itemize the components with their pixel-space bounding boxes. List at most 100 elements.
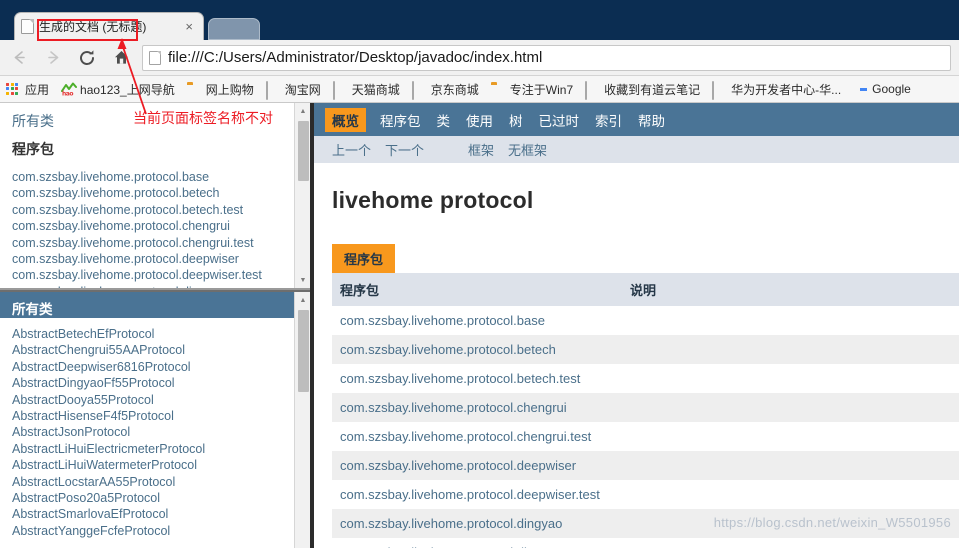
nav-use[interactable]: 使用 [466,110,493,130]
nav-package[interactable]: 程序包 [380,110,421,130]
browser-toolbar: file:///C:/Users/Administrator/Desktop/j… [0,40,959,76]
bookmark-label: 应用 [25,82,50,97]
package-link[interactable]: com.szsbay.livehome.protocol.deepwiser [332,451,622,480]
class-frame-scrollbar[interactable]: ▲ [294,292,310,548]
page-info-icon [149,50,161,65]
annotation-text: 当前页面标签名称不对 [133,111,273,127]
list-item[interactable]: AbstractDooya55Protocol [12,392,298,408]
package-frame-scrollbar[interactable]: ▲ ▼ [294,103,310,288]
column-header-package: 程序包 [332,273,622,306]
table-row[interactable]: com.szsbay.livehome.protocol.deepwiser.t… [332,480,959,509]
bookmark-taobao[interactable]: 淘宝网 [260,78,327,100]
forward-icon[interactable] [38,43,68,73]
table-row[interactable]: com.szsbay.livehome.protocol.betech [332,335,959,364]
class-list: AbstractBetechEfProtocol AbstractChengru… [0,318,310,539]
bookmark-label: 网上购物 [205,82,254,97]
list-item[interactable]: com.szsbay.livehome.protocol.deepwiser.t… [12,267,298,283]
subnav-noframes[interactable]: 无框架 [508,140,547,159]
document-icon [265,81,280,100]
scroll-up-icon[interactable]: ▲ [295,292,310,308]
list-item[interactable]: AbstractSmarlovaEfProtocol [12,506,298,522]
subnav-frames[interactable]: 框架 [468,140,494,159]
document-icon [21,19,34,34]
list-item[interactable]: com.szsbay.livehome.protocol.betech.test [12,202,298,218]
list-item[interactable]: AbstractDingyaoFf55Protocol [12,375,298,391]
bookmark-label: hao123_上网导航 [80,82,175,97]
summary-caption-tab[interactable]: 程序包 [332,244,396,273]
table-row[interactable]: com.szsbay.livehome.protocol.dingyao.tes… [332,538,959,548]
nav-tree[interactable]: 树 [509,110,523,130]
new-tab-button[interactable] [208,18,260,40]
list-item[interactable]: AbstractYanggeFcfeProtocol [12,523,298,539]
nav-index[interactable]: 索引 [595,110,622,130]
package-link[interactable]: com.szsbay.livehome.protocol.betech [332,335,622,364]
scrollbar-thumb[interactable] [298,310,309,392]
list-item[interactable]: AbstractJsonProtocol [12,424,298,440]
list-item[interactable]: AbstractLiHuiWatermeterProtocol [12,457,298,473]
table-row[interactable]: com.szsbay.livehome.protocol.deepwiser [332,451,959,480]
bookmark-huawei-devcenter[interactable]: 华为开发者中心-华... [706,78,847,100]
scroll-down-icon[interactable]: ▼ [295,272,310,288]
list-item[interactable]: AbstractBetechEfProtocol [12,326,298,342]
package-description [622,306,959,335]
subnav-prev[interactable]: 上一个 [332,140,371,159]
bookmark-tmall[interactable]: 天猫商城 [327,78,406,100]
scrollbar-thumb[interactable] [298,121,309,181]
list-item[interactable]: AbstractChengrui55AAProtocol [12,342,298,358]
home-icon[interactable] [106,43,136,73]
list-item[interactable]: AbstractLiHuiElectricmeterProtocol [12,441,298,457]
document-icon [712,81,726,100]
scroll-up-icon[interactable]: ▲ [295,103,310,119]
nav-overview[interactable]: 概览 [325,107,366,132]
document-icon [585,81,599,100]
reload-icon[interactable] [72,43,102,73]
package-link[interactable]: com.szsbay.livehome.protocol.betech.test [332,364,622,393]
list-item[interactable]: AbstractHisenseF4f5Protocol [12,408,298,424]
back-icon[interactable] [4,43,34,73]
bookmark-label: 天猫商城 [351,82,400,97]
table-row[interactable]: com.szsbay.livehome.protocol.chengrui [332,393,959,422]
package-list: com.szsbay.livehome.protocol.base com.sz… [0,167,310,288]
list-item[interactable]: com.szsbay.livehome.protocol.deepwiser [12,251,298,267]
table-header-row: 程序包 说明 [332,273,959,306]
bookmark-google[interactable]: Google [847,78,917,100]
nav-class[interactable]: 类 [437,110,451,130]
bookmark-online-shopping[interactable]: 网上购物 [181,78,260,100]
package-link[interactable]: com.szsbay.livehome.protocol.dingyao [332,509,622,538]
bookmark-win7[interactable]: 专注于Win7 [485,78,579,100]
nav-deprecated[interactable]: 已过时 [539,110,580,130]
bookmark-jd[interactable]: 京东商城 [406,78,485,100]
subnav-next[interactable]: 下一个 [385,140,424,159]
folder-icon [491,82,505,96]
list-item[interactable]: AbstractPoso20a5Protocol [12,490,298,506]
nav-help[interactable]: 帮助 [638,110,665,130]
folder-icon [187,82,201,96]
list-item[interactable]: com.szsbay.livehome.protocol.base [12,169,298,185]
javadoc-left-frames: 所有类 程序包 com.szsbay.livehome.protocol.bas… [0,103,310,548]
list-item[interactable]: com.szsbay.livehome.protocol.betech [12,185,298,201]
column-header-description: 说明 [622,273,959,306]
list-item[interactable]: com.szsbay.livehome.protocol.chengrui.te… [12,235,298,251]
list-item[interactable]: AbstractLocstarAA55Protocol [12,474,298,490]
table-row[interactable]: com.szsbay.livehome.protocol.dingyao [332,509,959,538]
bookmark-apps[interactable]: 应用 [0,78,55,100]
package-link[interactable]: com.szsbay.livehome.protocol.base [332,306,622,335]
close-icon[interactable]: × [181,20,197,33]
package-description [622,509,959,538]
browser-tab-active[interactable]: 生成的文档 (无标题) × [14,12,204,40]
bookmark-hao123[interactable]: hao hao123_上网导航 [55,78,181,100]
package-summary-table: 程序包 说明 com.szsbay.livehome.protocol.base… [332,273,959,548]
list-item[interactable]: com.szsbay.livehome.protocol.chengrui [12,218,298,234]
table-row[interactable]: com.szsbay.livehome.protocol.chengrui.te… [332,422,959,451]
package-link[interactable]: com.szsbay.livehome.protocol.chengrui [332,393,622,422]
bookmark-label: 京东商城 [430,82,479,97]
package-link[interactable]: com.szsbay.livehome.protocol.dingyao.tes… [332,538,622,548]
all-classes-heading: 所有类 [0,292,310,318]
table-row[interactable]: com.szsbay.livehome.protocol.betech.test [332,364,959,393]
list-item[interactable]: AbstractDeepwiser6816Protocol [12,359,298,375]
package-link[interactable]: com.szsbay.livehome.protocol.chengrui.te… [332,422,622,451]
package-link[interactable]: com.szsbay.livehome.protocol.deepwiser.t… [332,480,622,509]
address-bar[interactable]: file:///C:/Users/Administrator/Desktop/j… [142,44,951,71]
bookmark-youdao-note[interactable]: 收藏到有道云笔记 [579,78,706,100]
table-row[interactable]: com.szsbay.livehome.protocol.base [332,306,959,335]
